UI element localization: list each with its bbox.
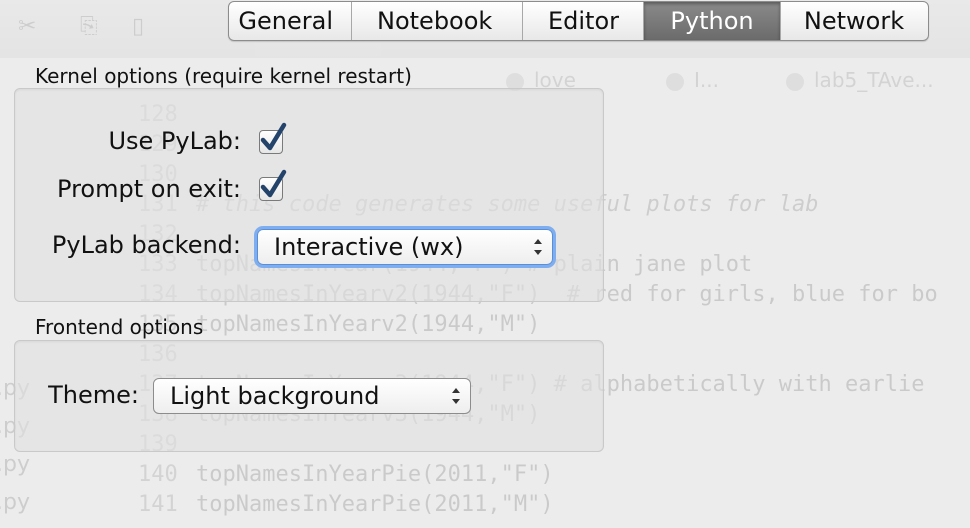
theme-select[interactable]: Light background bbox=[153, 378, 471, 414]
updown-arrows-icon bbox=[452, 388, 460, 404]
checkmark-icon bbox=[260, 169, 287, 198]
pylab-backend-select[interactable]: Interactive (wx) bbox=[257, 229, 553, 265]
use-pylab-label: Use PyLab: bbox=[108, 127, 241, 155]
tab-general[interactable]: General bbox=[229, 2, 352, 40]
tab-notebook[interactable]: Notebook bbox=[352, 2, 523, 40]
prompt-on-exit-checkbox[interactable] bbox=[259, 169, 287, 201]
pylab-backend-value: Interactive (wx) bbox=[274, 233, 464, 261]
theme-value: Light background bbox=[170, 382, 380, 410]
tab-editor[interactable]: Editor bbox=[523, 2, 644, 40]
frontend-options-group: Theme: Light background bbox=[14, 340, 604, 452]
frontend-options-title: Frontend options bbox=[35, 315, 204, 339]
checkmark-icon bbox=[260, 122, 287, 151]
kernel-options-group: Use PyLab: Prompt on exit: PyLab backend… bbox=[14, 88, 604, 302]
prompt-on-exit-label: Prompt on exit: bbox=[57, 175, 241, 203]
use-pylab-checkbox[interactable] bbox=[259, 122, 287, 154]
tab-python[interactable]: Python bbox=[644, 2, 781, 40]
theme-label: Theme: bbox=[48, 381, 139, 409]
preferences-tabs: General Notebook Editor Python Network bbox=[228, 1, 929, 41]
tab-network[interactable]: Network bbox=[781, 2, 928, 40]
preferences-sheet: General Notebook Editor Python Network K… bbox=[0, 0, 970, 528]
kernel-options-title: Kernel options (require kernel restart) bbox=[35, 64, 412, 88]
pylab-backend-label: PyLab backend: bbox=[51, 231, 241, 259]
updown-arrows-icon bbox=[534, 239, 542, 255]
